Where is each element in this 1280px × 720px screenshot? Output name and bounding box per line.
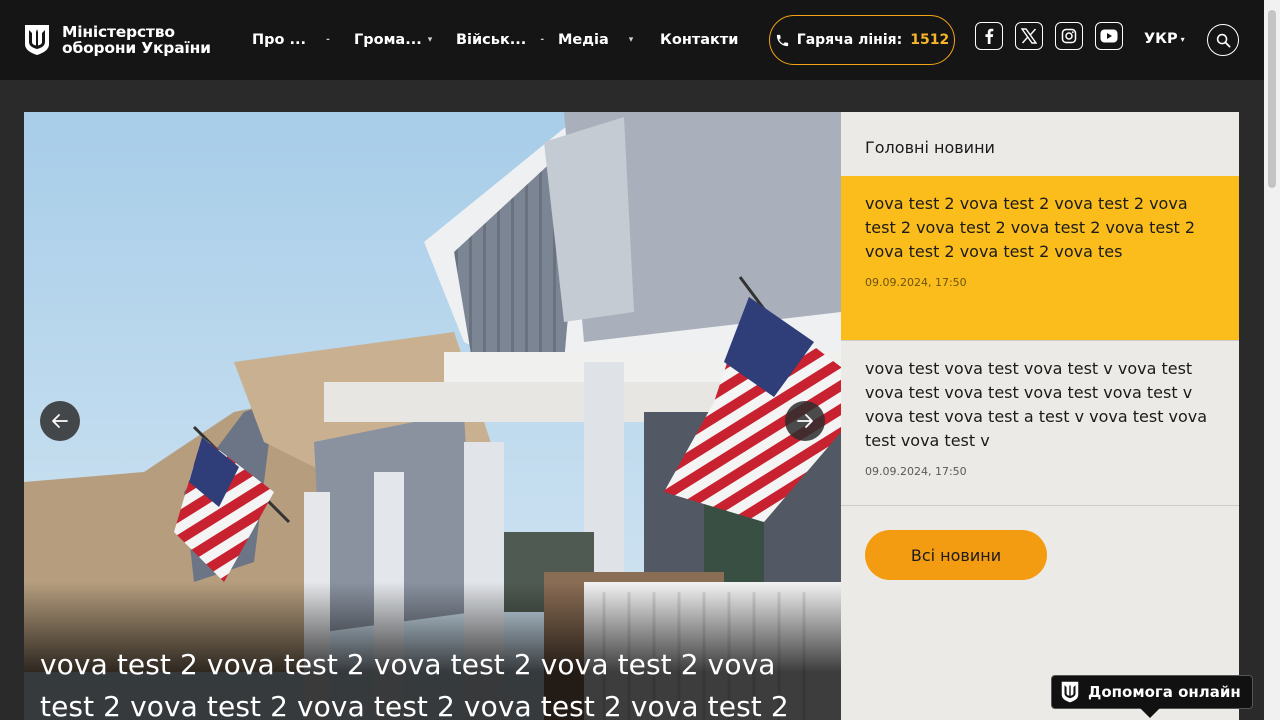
nav-item-about[interactable]: Про ... - xyxy=(252,32,354,48)
facebook-icon[interactable] xyxy=(975,22,1003,50)
nav-label: Про ... xyxy=(252,32,307,48)
chevron-down-icon: - xyxy=(326,35,330,45)
news-slider: vova test 2 vova test 2 vova test 2 vova… xyxy=(24,112,841,720)
news-item-title: vova test 2 vova test 2 vova test 2 vova… xyxy=(865,194,1196,261)
trident-emblem-icon xyxy=(1060,681,1080,703)
logo-text: Міністерство оборони України xyxy=(62,24,211,56)
news-divider xyxy=(841,340,1239,341)
arrow-left-icon xyxy=(52,414,68,428)
page-scrollbar[interactable] xyxy=(1264,0,1280,720)
top-news-heading: Головні новини xyxy=(865,138,995,157)
news-item-title: vova test vova test vova test v vova tes… xyxy=(865,359,1208,450)
hotline-button[interactable]: Гаряча лінія: 1512 xyxy=(769,15,955,65)
ministry-logo[interactable]: Міністерство оборони України xyxy=(24,24,211,56)
chevron-down-icon: ▾ xyxy=(427,35,433,45)
news-divider xyxy=(841,505,1239,506)
chevron-down-icon: ▾ xyxy=(1180,34,1185,44)
help-online-label: Допомога онлайн xyxy=(1088,683,1241,701)
news-item-date: 09.09.2024, 17:50 xyxy=(865,276,967,289)
language-selector[interactable]: УКР ▾ xyxy=(1144,31,1185,47)
hero-title[interactable]: vova test 2 vova test 2 vova test 2 vova… xyxy=(40,644,830,720)
phone-icon xyxy=(775,33,790,48)
news-item-date: 09.09.2024, 17:50 xyxy=(865,465,967,478)
nav-item-contacts[interactable]: Контакти xyxy=(660,32,738,48)
top-news-panel: Головні новини vova test 2 vova test 2 v… xyxy=(841,112,1239,720)
all-news-button[interactable]: Всі новини xyxy=(865,530,1047,580)
chevron-down-icon: - xyxy=(540,35,545,45)
scrollbar-thumb[interactable] xyxy=(1268,10,1276,188)
search-icon xyxy=(1216,33,1230,47)
slider-next-button[interactable] xyxy=(785,401,825,441)
news-item[interactable]: vova test vova test vova test v vova tes… xyxy=(841,341,1239,505)
search-button[interactable] xyxy=(1207,24,1239,56)
nav-label: Грома... xyxy=(354,32,422,48)
language-label: УКР xyxy=(1144,31,1178,47)
chevron-down-icon: ▾ xyxy=(628,35,634,45)
site-header: Міністерство оборони України Про ... - Гр… xyxy=(0,0,1264,80)
logo-line-1: Міністерство xyxy=(62,23,175,41)
hotline-label: Гаряча лінія: xyxy=(796,32,903,48)
nav-item-community[interactable]: Грома... ▾ xyxy=(354,32,456,48)
nav-label: Медіа xyxy=(558,32,609,48)
slider-prev-button[interactable] xyxy=(40,401,80,441)
help-widget-pointer xyxy=(1140,708,1160,718)
arrow-right-icon xyxy=(797,414,813,428)
news-item-active[interactable]: vova test 2 vova test 2 vova test 2 vova… xyxy=(841,176,1239,340)
nav-label: Контакти xyxy=(660,32,739,48)
youtube-icon[interactable] xyxy=(1095,22,1123,50)
nav-item-media[interactable]: Медіа ▾ xyxy=(558,32,660,48)
trident-emblem-icon xyxy=(25,25,49,55)
logo-line-2: оборони України xyxy=(62,39,211,57)
x-icon[interactable] xyxy=(1015,22,1043,50)
nav-item-military[interactable]: Військ... - xyxy=(456,32,558,48)
help-online-widget[interactable]: Допомога онлайн xyxy=(1051,675,1253,709)
nav-label: Військ... xyxy=(456,32,527,48)
hotline-number: 1512 xyxy=(910,32,950,48)
main-nav: Про ... - Грома... ▾ Військ... - Медіа ▾ Кон… xyxy=(252,0,738,80)
instagram-icon[interactable] xyxy=(1055,22,1083,50)
